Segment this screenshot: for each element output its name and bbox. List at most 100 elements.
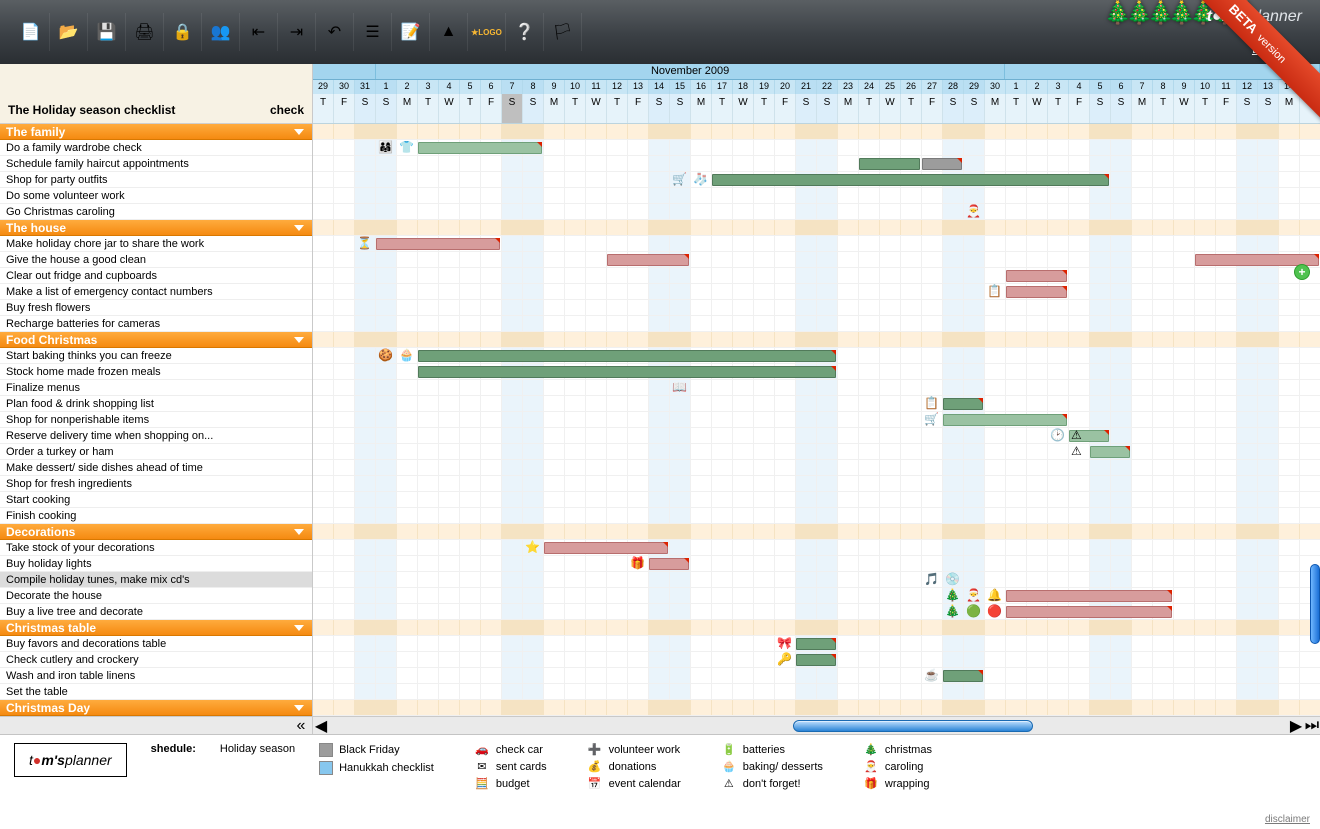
print-icon[interactable]: 🖨 [126, 13, 164, 51]
task-grid-row[interactable] [313, 156, 1320, 172]
weekday-cell[interactable]: S [1111, 94, 1132, 123]
weekday-cell[interactable]: T [859, 94, 880, 123]
group-grid-row[interactable] [313, 220, 1320, 236]
weekday-cell[interactable]: W [1174, 94, 1195, 123]
day-number-cell[interactable]: 14 [649, 80, 670, 94]
gantt-bar[interactable] [1090, 446, 1130, 458]
weekday-cell[interactable]: S [796, 94, 817, 123]
weekday-cell[interactable]: F [628, 94, 649, 123]
task-grid-row[interactable] [313, 316, 1320, 332]
task-row[interactable]: Give the house a good clean [0, 252, 312, 268]
day-number-cell[interactable]: 27 [922, 80, 943, 94]
day-number-cell[interactable]: 3 [418, 80, 439, 94]
share-icon[interactable]: 👥 [202, 13, 240, 51]
weekday-cell[interactable]: M [1132, 94, 1153, 123]
group-grid-row[interactable] [313, 700, 1320, 716]
task-grid-row[interactable]: 🎵💿 [313, 572, 1320, 588]
task-grid-row[interactable]: 📋 [313, 396, 1320, 412]
day-number-cell[interactable]: 7 [502, 80, 523, 94]
day-number-cell[interactable]: 23 [838, 80, 859, 94]
day-number-cell[interactable]: 22 [817, 80, 838, 94]
undo-icon[interactable]: ↶ [316, 13, 354, 51]
logo-icon[interactable]: ★LOGO [468, 13, 506, 51]
day-number-cell[interactable]: 8 [523, 80, 544, 94]
gantt-bar[interactable] [859, 158, 920, 170]
task-row[interactable]: Plan food & drink shopping list [0, 396, 312, 412]
task-row[interactable]: Stock home made frozen meals [0, 364, 312, 380]
task-row[interactable]: Compile holiday tunes, make mix cd's [0, 572, 312, 588]
task-grid-row[interactable]: 🕑⚠ [313, 428, 1320, 444]
day-number-cell[interactable]: 6 [1111, 80, 1132, 94]
day-number-cell[interactable]: 11 [1216, 80, 1237, 94]
day-number-cell[interactable]: 6 [481, 80, 502, 94]
group-grid-row[interactable] [313, 620, 1320, 636]
group-header[interactable]: Christmas Day [0, 700, 312, 716]
task-grid-row[interactable] [313, 364, 1320, 380]
day-number-cell[interactable]: 16 [691, 80, 712, 94]
scroll-end-button[interactable]: ⏭ [1304, 718, 1320, 734]
day-number-cell[interactable]: 25 [880, 80, 901, 94]
day-number-cell[interactable]: 12 [607, 80, 628, 94]
task-grid-row[interactable] [313, 476, 1320, 492]
weekday-cell[interactable]: S [964, 94, 985, 123]
weekday-cell[interactable]: W [1027, 94, 1048, 123]
day-number-cell[interactable]: 20 [775, 80, 796, 94]
task-grid-row[interactable] [313, 268, 1320, 284]
weekday-cell[interactable]: F [922, 94, 943, 123]
gantt-bar[interactable] [1006, 606, 1172, 618]
open-icon[interactable]: 📂 [50, 13, 88, 51]
flag-icon[interactable]: 🏳 [544, 13, 582, 51]
weekday-cell[interactable]: M [544, 94, 565, 123]
lock-icon[interactable]: 🔒 [164, 13, 202, 51]
day-number-cell[interactable]: 8 [1153, 80, 1174, 94]
weekday-cell[interactable]: M [838, 94, 859, 123]
weekday-cell[interactable]: T [712, 94, 733, 123]
weekday-cell[interactable]: M [1279, 94, 1300, 123]
vertical-scrollbar[interactable] [1310, 564, 1320, 644]
chevron-down-icon[interactable] [292, 334, 306, 346]
day-number-cell[interactable]: 4 [1069, 80, 1090, 94]
day-number-cell[interactable]: 18 [733, 80, 754, 94]
group-header[interactable]: The house [0, 220, 312, 236]
task-grid-row[interactable] [313, 188, 1320, 204]
day-number-cell[interactable]: 5 [1090, 80, 1111, 94]
task-row[interactable]: Start baking thinks you can freeze [0, 348, 312, 364]
weekday-cell[interactable]: T [607, 94, 628, 123]
day-number-cell[interactable]: 21 [796, 80, 817, 94]
weekday-cell[interactable]: F [1216, 94, 1237, 123]
task-grid-row[interactable]: 🎀 [313, 636, 1320, 652]
group-header[interactable]: Food Christmas [0, 332, 312, 348]
group-grid-row[interactable] [313, 332, 1320, 348]
edit-icon[interactable]: 📝 [392, 13, 430, 51]
group-grid-row[interactable] [313, 524, 1320, 540]
weekday-cell[interactable]: S [376, 94, 397, 123]
task-row[interactable]: Do a family wardrobe check [0, 140, 312, 156]
gantt-bar[interactable] [376, 238, 500, 250]
export-icon[interactable]: ⇥ [278, 13, 316, 51]
gantt-bar[interactable] [1006, 590, 1172, 602]
day-number-cell[interactable]: 3 [1048, 80, 1069, 94]
day-number-cell[interactable]: 26 [901, 80, 922, 94]
task-row[interactable]: Wash and iron table linens [0, 668, 312, 684]
milestone-icon[interactable]: ▲ [430, 13, 468, 51]
day-number-cell[interactable]: 31 [355, 80, 376, 94]
task-row[interactable]: Go Christmas caroling [0, 204, 312, 220]
day-number-cell[interactable]: 12 [1237, 80, 1258, 94]
task-row[interactable]: Finalize menus [0, 380, 312, 396]
day-number-cell[interactable]: 5 [460, 80, 481, 94]
scroll-left-button[interactable]: ◀ [313, 718, 329, 734]
group-header[interactable]: The family [0, 124, 312, 140]
task-grid-row[interactable] [313, 508, 1320, 524]
help-icon[interactable]: ❔ [506, 13, 544, 51]
gantt-bar[interactable] [418, 142, 542, 154]
chevron-down-icon[interactable] [292, 222, 306, 234]
weekday-cell[interactable]: M [691, 94, 712, 123]
day-number-cell[interactable]: 2 [397, 80, 418, 94]
day-number-cell[interactable]: 9 [544, 80, 565, 94]
task-row[interactable]: Reserve delivery time when shopping on..… [0, 428, 312, 444]
group-header[interactable]: Christmas table [0, 620, 312, 636]
task-grid-row[interactable] [313, 460, 1320, 476]
weekday-cell[interactable]: M [985, 94, 1006, 123]
weekday-cell[interactable]: W [880, 94, 901, 123]
disclaimer-link[interactable]: disclaimer [1265, 814, 1310, 825]
